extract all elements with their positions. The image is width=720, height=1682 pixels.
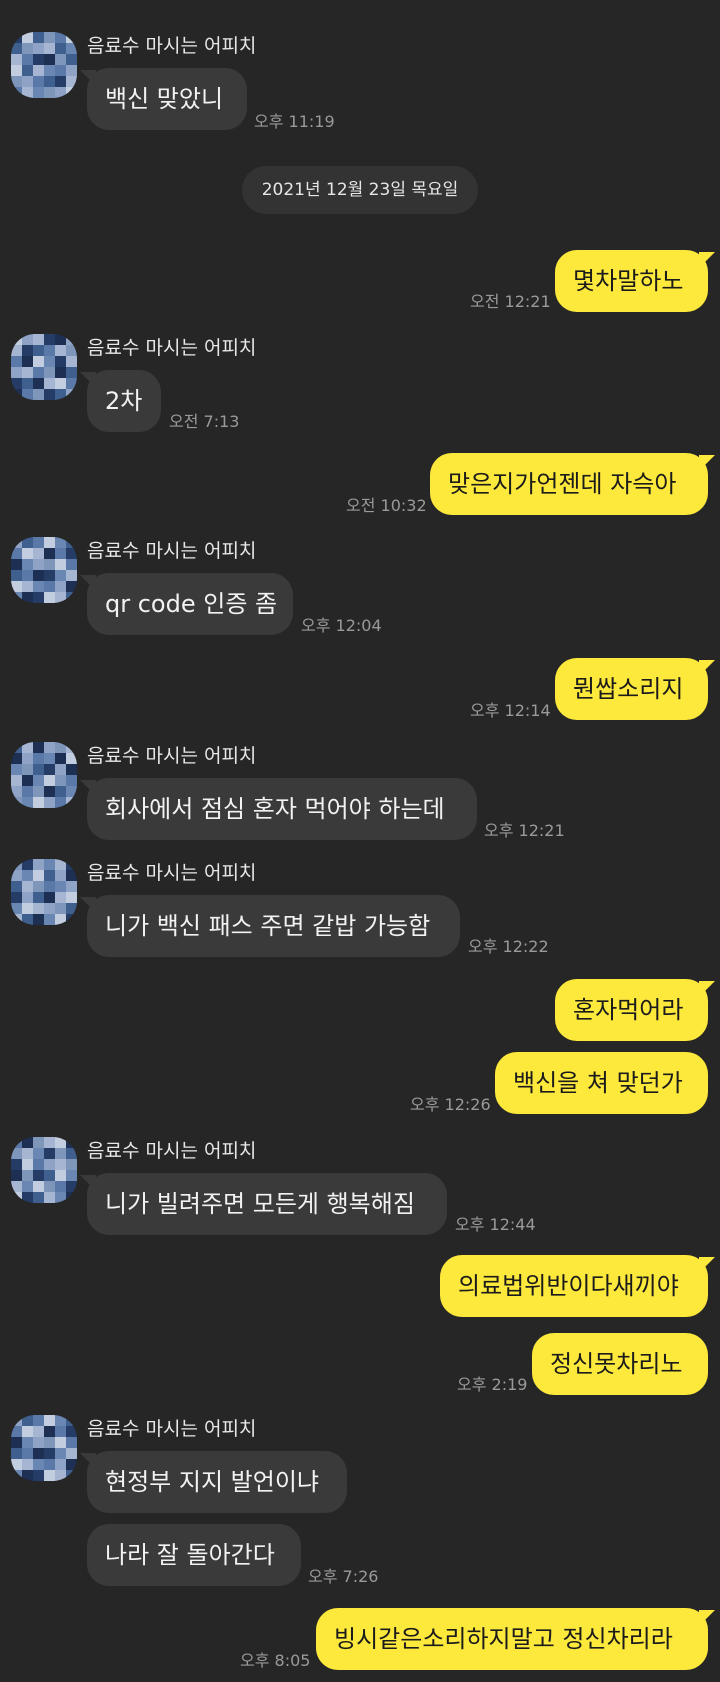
date-divider: 2021년 12월 23일 목요일 xyxy=(242,166,478,214)
message-timestamp: 오후 8:05 xyxy=(240,1651,311,1670)
incoming-message-bubble[interactable]: 회사에서 점심 혼자 먹어야 하는데 xyxy=(87,778,477,840)
bubble-tail xyxy=(80,897,96,913)
sender-name: 음료수 마시는 어피치 xyxy=(87,745,257,767)
outgoing-message-bubble[interactable]: 몇차말하노 xyxy=(555,250,708,312)
message-timestamp: 오전 12:21 xyxy=(470,292,551,311)
bubble-tail xyxy=(699,981,715,997)
sender-name: 음료수 마시는 어피치 xyxy=(87,540,257,562)
incoming-message-bubble[interactable]: 백신 맞았니 xyxy=(87,68,247,130)
bubble-tail xyxy=(699,252,715,268)
chat-window: 2021년 12월 23일 목요일 음료수 마시는 어피치 백신 맞았니 오후 11… xyxy=(0,0,720,1682)
message-timestamp: 오후 11:19 xyxy=(254,112,335,131)
avatar[interactable] xyxy=(11,32,77,98)
bubble-tail xyxy=(80,70,96,86)
bubble-tail xyxy=(80,780,96,796)
avatar[interactable] xyxy=(11,334,77,400)
incoming-message-bubble[interactable]: 현정부 지지 발언이냐 xyxy=(87,1451,347,1513)
message-timestamp: 오후 12:44 xyxy=(455,1215,536,1234)
avatar[interactable] xyxy=(11,742,77,808)
sender-name: 음료수 마시는 어피치 xyxy=(87,1140,257,1162)
message-timestamp: 오전 7:13 xyxy=(169,412,240,431)
sender-name: 음료수 마시는 어피치 xyxy=(87,1418,257,1440)
message-timestamp: 오후 12:22 xyxy=(468,937,549,956)
bubble-tail xyxy=(699,1610,715,1626)
sender-name: 음료수 마시는 어피치 xyxy=(87,862,257,884)
message-timestamp: 오후 12:14 xyxy=(470,701,551,720)
outgoing-message-bubble[interactable]: 뭔쌉소리지 xyxy=(555,658,708,720)
message-timestamp: 오후 2:19 xyxy=(457,1375,528,1394)
incoming-message-bubble[interactable]: qr code 인증 좀 xyxy=(87,573,293,635)
avatar[interactable] xyxy=(11,537,77,603)
incoming-message-bubble[interactable]: 니가 백신 패스 주면 같밥 가능함 xyxy=(87,895,460,957)
bubble-tail xyxy=(699,1257,715,1273)
bubble-tail xyxy=(80,1175,96,1191)
outgoing-message-bubble[interactable]: 혼자먹어라 xyxy=(555,979,708,1041)
incoming-message-bubble[interactable]: 2차 xyxy=(87,370,161,432)
bubble-tail xyxy=(80,1453,96,1469)
avatar[interactable] xyxy=(11,859,77,925)
bubble-tail xyxy=(80,372,96,388)
avatar[interactable] xyxy=(11,1415,77,1481)
message-timestamp: 오전 10:32 xyxy=(346,496,427,515)
bubble-tail xyxy=(80,575,96,591)
message-timestamp: 오후 12:26 xyxy=(410,1095,491,1114)
outgoing-message-bubble[interactable]: 백신을 쳐 맞던가 xyxy=(495,1052,708,1114)
sender-name: 음료수 마시는 어피치 xyxy=(87,35,257,57)
sender-name: 음료수 마시는 어피치 xyxy=(87,337,257,359)
avatar[interactable] xyxy=(11,1137,77,1203)
outgoing-message-bubble[interactable]: 의료법위반이다새끼야 xyxy=(440,1255,708,1317)
outgoing-message-bubble[interactable]: 맞은지가언젠데 자슥아 xyxy=(430,453,708,515)
outgoing-message-bubble[interactable]: 빙시같은소리하지말고 정신차리라 xyxy=(316,1608,708,1670)
incoming-message-bubble[interactable]: 니가 빌려주면 모든게 행복해짐 xyxy=(87,1173,447,1235)
incoming-message-bubble[interactable]: 나라 잘 돌아간다 xyxy=(87,1524,301,1586)
message-timestamp: 오후 12:21 xyxy=(484,821,565,840)
message-timestamp: 오후 7:26 xyxy=(308,1567,379,1586)
bubble-tail xyxy=(699,660,715,676)
message-timestamp: 오후 12:04 xyxy=(301,616,382,635)
outgoing-message-bubble[interactable]: 정신못차리노 xyxy=(532,1333,708,1395)
bubble-tail xyxy=(699,455,715,471)
